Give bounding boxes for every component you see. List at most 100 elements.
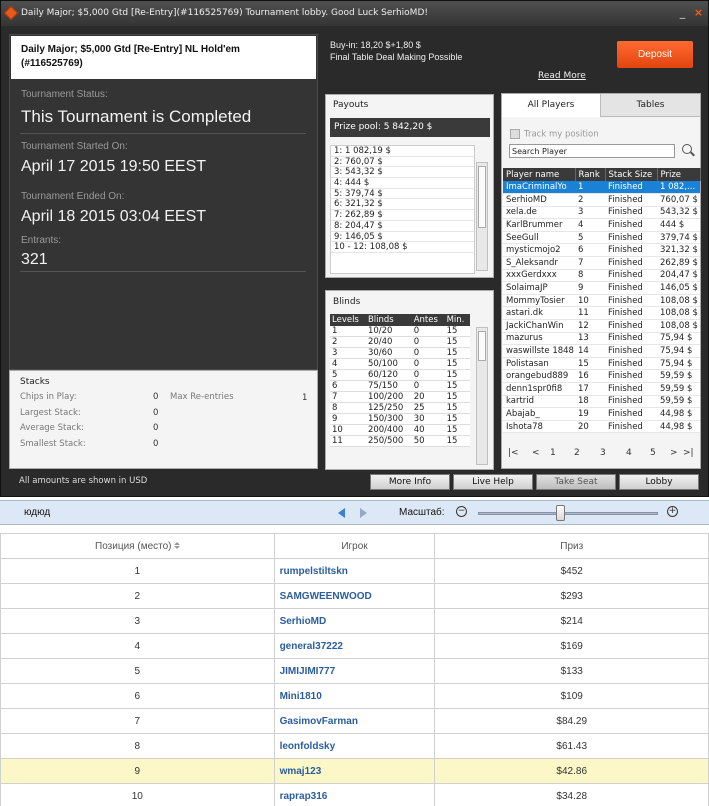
- player-link[interactable]: SerhioMD: [273, 608, 436, 634]
- table-row: 7 GasimovFarman $84.29: [0, 708, 709, 734]
- level: 4: [330, 358, 366, 371]
- payouts-list[interactable]: 1: 1 082,19 $ 2: 760,07 $ 3: 543,32 $ 4:…: [330, 145, 475, 274]
- player-row[interactable]: SeeGull 5 Finished 379,74 $: [503, 231, 700, 245]
- player-link[interactable]: Mini1810: [273, 683, 436, 709]
- player-link[interactable]: wmaj123: [273, 758, 436, 784]
- col-player-name[interactable]: Player name: [503, 168, 576, 181]
- next-arrow-icon[interactable]: [360, 508, 367, 518]
- scrollbar-thumb[interactable]: [478, 331, 486, 361]
- player-row[interactable]: denn1spr0fi8 17 Finished 59,59 $: [503, 382, 700, 396]
- tab-tables[interactable]: Tables: [601, 94, 700, 117]
- pager-last-button[interactable]: >|: [683, 448, 694, 458]
- player-stack: Finished: [605, 231, 657, 245]
- pager-prev-button[interactable]: <: [532, 448, 540, 458]
- payouts-title: Payouts: [333, 100, 369, 110]
- tab-all-players[interactable]: All Players: [502, 94, 601, 117]
- search-icon[interactable]: [682, 144, 692, 154]
- player-link[interactable]: rumpelstiltskn: [273, 558, 436, 584]
- player-row[interactable]: SerhioMD 2 Finished 760,07 $: [503, 193, 700, 207]
- track-position-label: Track my position: [524, 129, 599, 140]
- player-link[interactable]: SAMGWEENWOOD: [273, 583, 436, 609]
- player-row[interactable]: Abajab_ 19 Finished 44,98 $: [503, 407, 700, 421]
- blinds-row: 7 100/200 20 15: [330, 391, 470, 404]
- col-stack-size[interactable]: Stack Size: [605, 168, 658, 181]
- player-prize: 146,05 $: [657, 281, 700, 295]
- player-search-input[interactable]: [509, 144, 675, 158]
- smallest-label: Smallest Stack:: [20, 439, 86, 449]
- player-row[interactable]: kartrid 18 Finished 59,59 $: [503, 395, 700, 409]
- player-row[interactable]: Polistasan 15 Finished 75,94 $: [503, 357, 700, 371]
- pager-page-3[interactable]: 3: [600, 448, 606, 458]
- minimize-button[interactable]: _: [675, 6, 690, 21]
- player-prize: 444 $: [657, 218, 700, 232]
- player-row[interactable]: astari.dk 11 Finished 108,08 $: [503, 306, 700, 321]
- pager-first-button[interactable]: |<: [508, 448, 519, 458]
- player-name: SolaimaJP: [503, 281, 575, 295]
- col-prize[interactable]: Приз: [434, 533, 709, 559]
- level: 5: [330, 369, 366, 382]
- player-row[interactable]: mazurus 13 Finished 75,94 $: [503, 332, 700, 346]
- pager-next-button[interactable]: >: [670, 448, 678, 458]
- pager-page-1[interactable]: 1: [550, 448, 556, 458]
- player-stack: Finished: [605, 281, 657, 295]
- player-row[interactable]: Ishota78 20 Finished 44,98 $: [503, 420, 700, 434]
- live-help-button[interactable]: Live Help: [453, 474, 533, 490]
- antes: 25: [411, 402, 445, 415]
- player-link[interactable]: raprap316: [273, 783, 436, 806]
- zoom-slider[interactable]: [478, 512, 658, 515]
- player-stack: Finished: [605, 382, 657, 396]
- prev-arrow-icon[interactable]: [338, 508, 345, 518]
- player-link[interactable]: leonfoldsky: [273, 733, 436, 759]
- zoom-slider-thumb[interactable]: [556, 505, 565, 521]
- player-row[interactable]: waswillste 1848 14 Finished 75,94 $: [503, 344, 700, 358]
- player-rank: 3: [575, 206, 605, 220]
- col-prize[interactable]: Prize: [657, 168, 701, 181]
- antes: 50: [411, 435, 445, 448]
- player-row[interactable]: mysticmojo2 6 Finished 321,32 $: [503, 243, 700, 258]
- player-rank: 4: [575, 218, 605, 232]
- player-row-selected[interactable]: ImaCriminalYo 1 Finished 1 082,...: [503, 181, 700, 195]
- col-player[interactable]: Игрок: [273, 533, 436, 559]
- zoom-in-icon[interactable]: +: [667, 506, 678, 517]
- blinds: 100/200: [365, 391, 412, 404]
- player-link[interactable]: GasimovFarman: [273, 708, 436, 734]
- player-prize: 543,32 $: [657, 206, 700, 220]
- blinds-row: 1 10/20 0 15: [330, 326, 470, 338]
- player-rank: 19: [575, 407, 605, 421]
- player-name: JackiChanWin: [503, 319, 575, 333]
- take-seat-button[interactable]: Take Seat: [536, 474, 616, 490]
- read-more-link[interactable]: Read More: [538, 71, 586, 81]
- player-row[interactable]: xela.de 3 Finished 543,32 $: [503, 206, 700, 220]
- player-stack: Finished: [605, 369, 657, 383]
- blinds-row: 6 75/150 0 15: [330, 380, 470, 393]
- scrollbar-thumb[interactable]: [478, 166, 486, 228]
- deposit-button[interactable]: Deposit: [617, 41, 693, 68]
- blinds-scrollbar[interactable]: [476, 327, 488, 465]
- player-prize: 44,98 $: [657, 407, 700, 421]
- checkbox-icon[interactable]: [510, 129, 520, 139]
- players-table: Player name Rank Stack Size Prize ImaCri…: [503, 168, 701, 434]
- close-button[interactable]: ×: [691, 6, 706, 21]
- col-rank[interactable]: Rank: [575, 168, 606, 181]
- player-link[interactable]: JIMIJIMI777: [273, 658, 436, 684]
- more-info-button[interactable]: More Info: [370, 474, 450, 490]
- player-stack: Finished: [605, 420, 657, 434]
- zoom-out-icon[interactable]: −: [456, 506, 467, 517]
- player-row[interactable]: KarlBrummer 4 Finished 444 $: [503, 218, 700, 232]
- pager-page-2[interactable]: 2: [574, 448, 580, 458]
- pager-page-4[interactable]: 4: [626, 448, 632, 458]
- player-row[interactable]: orangebud889 16 Finished 59,59 $: [503, 369, 700, 383]
- player-row[interactable]: MommyTosier 10 Finished 108,08 $: [503, 294, 700, 308]
- track-position-checkbox[interactable]: Track my position: [510, 129, 599, 140]
- lobby-button[interactable]: Lobby: [619, 474, 699, 490]
- player-row[interactable]: JackiChanWin 12 Finished 108,08 $: [503, 319, 700, 333]
- player-row[interactable]: S_Aleksandr 7 Finished 262,89 $: [503, 256, 700, 270]
- col-position[interactable]: Позиция (место): [0, 533, 275, 559]
- sort-icon[interactable]: [173, 542, 180, 550]
- pager-page-5[interactable]: 5: [650, 448, 656, 458]
- payouts-scrollbar[interactable]: [476, 162, 488, 271]
- player-row[interactable]: SolaimaJP 9 Finished 146,05 $: [503, 281, 700, 295]
- player-row[interactable]: xxxGerdxxx 8 Finished 204,47 $: [503, 269, 700, 283]
- player-link[interactable]: general37222: [273, 633, 436, 659]
- window-titlebar[interactable]: Daily Major; $5,000 Gtd [Re-Entry](#1165…: [1, 1, 708, 26]
